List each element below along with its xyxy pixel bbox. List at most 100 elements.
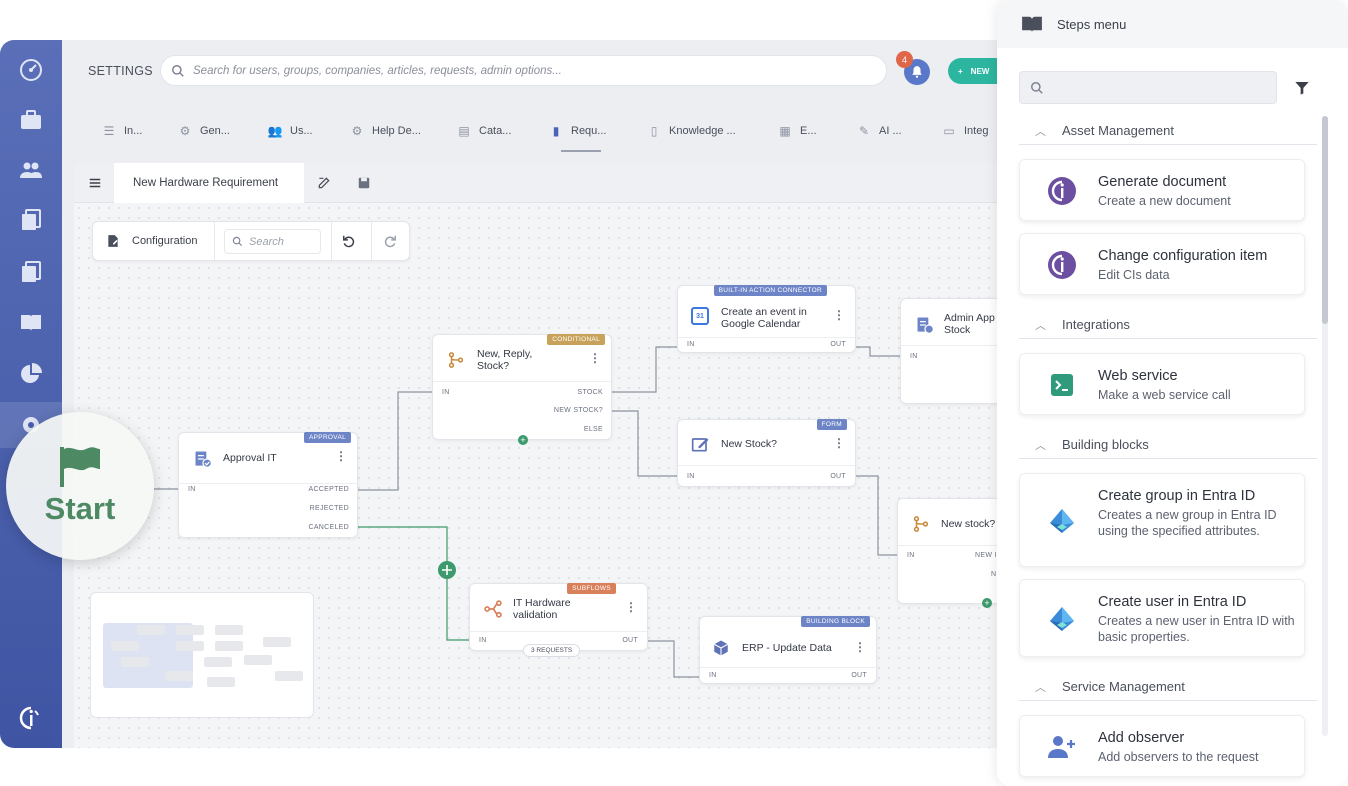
port-stock[interactable]: STOCK [578,389,604,396]
google-calendar-icon: 31 [691,307,709,325]
dashboard-icon[interactable] [17,56,45,84]
node-type-badge: BUILT-IN ACTION CONNECTOR [713,285,827,296]
node-menu-icon[interactable]: ⋮ [854,640,866,654]
book-icon[interactable] [17,308,45,336]
port-out[interactable]: OUT [830,473,846,480]
minimap-node [244,655,272,665]
bell-icon [912,66,922,78]
section-service-management[interactable]: ︿ Service Management [1019,673,1317,701]
panel-scrollbar-thumb[interactable] [1322,116,1328,324]
port-in[interactable]: IN [479,637,487,644]
step-generate-document[interactable]: Generate document Create a new document [1019,159,1305,221]
node-approval-it[interactable]: APPROVAL Approval IT ⋮ IN ACCEPTED REJEC… [178,432,358,538]
section-building-blocks[interactable]: ︿ Building blocks [1019,431,1317,459]
documents-icon[interactable] [17,206,45,234]
divider [179,483,357,484]
undo-icon[interactable] [342,234,356,253]
edit-icon[interactable] [317,176,331,195]
global-search-input[interactable]: Search for users, groups, companies, art… [160,55,887,86]
port-out[interactable]: OUT [622,637,638,644]
files-icon[interactable] [17,258,45,286]
search-placeholder: Search for users, groups, companies, art… [193,64,562,77]
tab-help-desk[interactable]: ⚙ Help De... [350,124,421,138]
tab-incidents[interactable]: ☰ In... [102,124,143,138]
port-in[interactable]: IN [910,353,918,360]
save-icon[interactable] [357,176,371,195]
port-in[interactable]: IN [687,473,695,480]
add-step-plus-icon[interactable]: + [982,598,992,608]
node-conditional[interactable]: CONDITIONAL New, Reply, Stock? ⋮ IN STOC… [432,334,612,445]
canvas-search-input[interactable]: Search [224,229,321,254]
node-title: IT Hardware validation [513,597,571,621]
node-erp-update-data[interactable]: BUILDING BLOCK ERP - Update Data ⋮ IN OU… [699,616,877,684]
node-new-stock-conditional[interactable]: New stock? IN NEW I N + [897,498,1000,608]
step-create-user-entra-id[interactable]: Create user in Entra ID Creates a new us… [1019,579,1305,657]
section-asset-management[interactable]: ︿ Asset Management [1019,117,1317,145]
port-new-stock[interactable]: NEW STOCK? [554,407,603,414]
search-icon [1031,81,1043,94]
tab-label: Requ... [571,125,607,137]
chevron-up-icon: ︿ [1035,125,1046,138]
new-button[interactable]: + NEW [948,58,1000,84]
divider [678,337,855,338]
redo-icon[interactable] [383,234,397,253]
port-accepted[interactable]: ACCEPTED [308,486,349,493]
node-title: New stock? [941,518,996,530]
port-in[interactable]: IN [188,486,196,493]
step-title: Create user in Entra ID [1098,594,1247,610]
port-in[interactable]: IN [907,552,915,559]
briefcase-icon[interactable] [17,106,45,134]
node-menu-icon[interactable]: ⋮ [335,449,347,463]
port-canceled[interactable]: CANCELED [308,524,349,531]
step-description: Create a new document [1098,194,1231,208]
branch-icon [912,515,930,538]
workflow-tab[interactable]: New Hardware Requirement [114,163,304,203]
port-in[interactable]: IN [687,341,695,348]
port-else[interactable]: ELSE [584,426,603,433]
tab-general[interactable]: ⚙ Gen... [178,124,230,138]
tab-label: Us... [290,125,313,137]
step-change-configuration-item[interactable]: Change configuration item Edit CIs data [1019,233,1305,295]
users-icon[interactable] [17,156,45,184]
step-add-observer[interactable]: Add observer Add observers to the reques… [1019,715,1305,777]
requests-count-chip[interactable]: 3 REQUESTS [523,644,581,657]
start-node[interactable]: Start [6,412,154,560]
node-subflow-it-hardware[interactable]: SUBFLOWS IT Hardware validation ⋮ IN OUT… [469,583,648,657]
port-out[interactable]: OUT [851,672,867,679]
canvas-minimap[interactable] [90,592,314,718]
node-admin-app-stock[interactable]: Admin App Stock IN [900,298,1000,404]
port-new[interactable]: NEW I [975,552,997,559]
node-menu-icon[interactable]: ⋮ [833,436,845,450]
step-title: Generate document [1098,174,1227,190]
port-n[interactable]: N [991,571,996,578]
steps-search-input[interactable] [1019,71,1277,104]
hamburger-menu-icon[interactable] [88,176,102,195]
node-type-badge: APPROVAL [304,432,351,443]
node-menu-icon[interactable]: ⋮ [589,351,601,365]
tab-e[interactable]: ▦ E... [778,124,816,138]
tab-integrations[interactable]: ▭ Integ [942,124,988,138]
node-menu-icon[interactable]: ⋮ [833,308,845,322]
pie-chart-icon[interactable] [17,360,45,388]
add-step-plus-icon[interactable]: + [518,435,528,445]
filter-icon[interactable] [1294,80,1310,101]
port-in[interactable]: IN [709,672,717,679]
configuration-button[interactable]: Configuration [132,235,197,247]
section-integrations[interactable]: ︿ Integrations [1019,311,1317,339]
port-in[interactable]: IN [442,389,450,396]
tab-requests[interactable]: ▮ Requ... [549,124,607,138]
canvas-search-placeholder: Search [249,235,284,248]
step-web-service[interactable]: Web service Make a web service call [1019,353,1305,415]
step-description: Creates a new user in Entra ID with basi… [1098,614,1295,644]
port-out[interactable]: OUT [830,341,846,348]
step-create-group-entra-id[interactable]: Create group in Entra ID Creates a new g… [1019,473,1305,567]
node-google-calendar[interactable]: BUILT-IN ACTION CONNECTOR 31 Create an e… [677,285,856,353]
node-form-new-stock[interactable]: FORM New Stock? ⋮ IN OUT [677,419,856,487]
tab-users[interactable]: 👥 Us... [268,124,313,138]
node-menu-icon[interactable]: ⋮ [625,600,637,614]
tab-ai[interactable]: ✎ AI ... [857,124,902,138]
port-rejected[interactable]: REJECTED [310,505,349,512]
tab-catalog[interactable]: ▤ Cata... [457,124,511,138]
configuration-icon [106,234,120,253]
tab-knowledge[interactable]: ▯ Knowledge ... [647,124,736,138]
